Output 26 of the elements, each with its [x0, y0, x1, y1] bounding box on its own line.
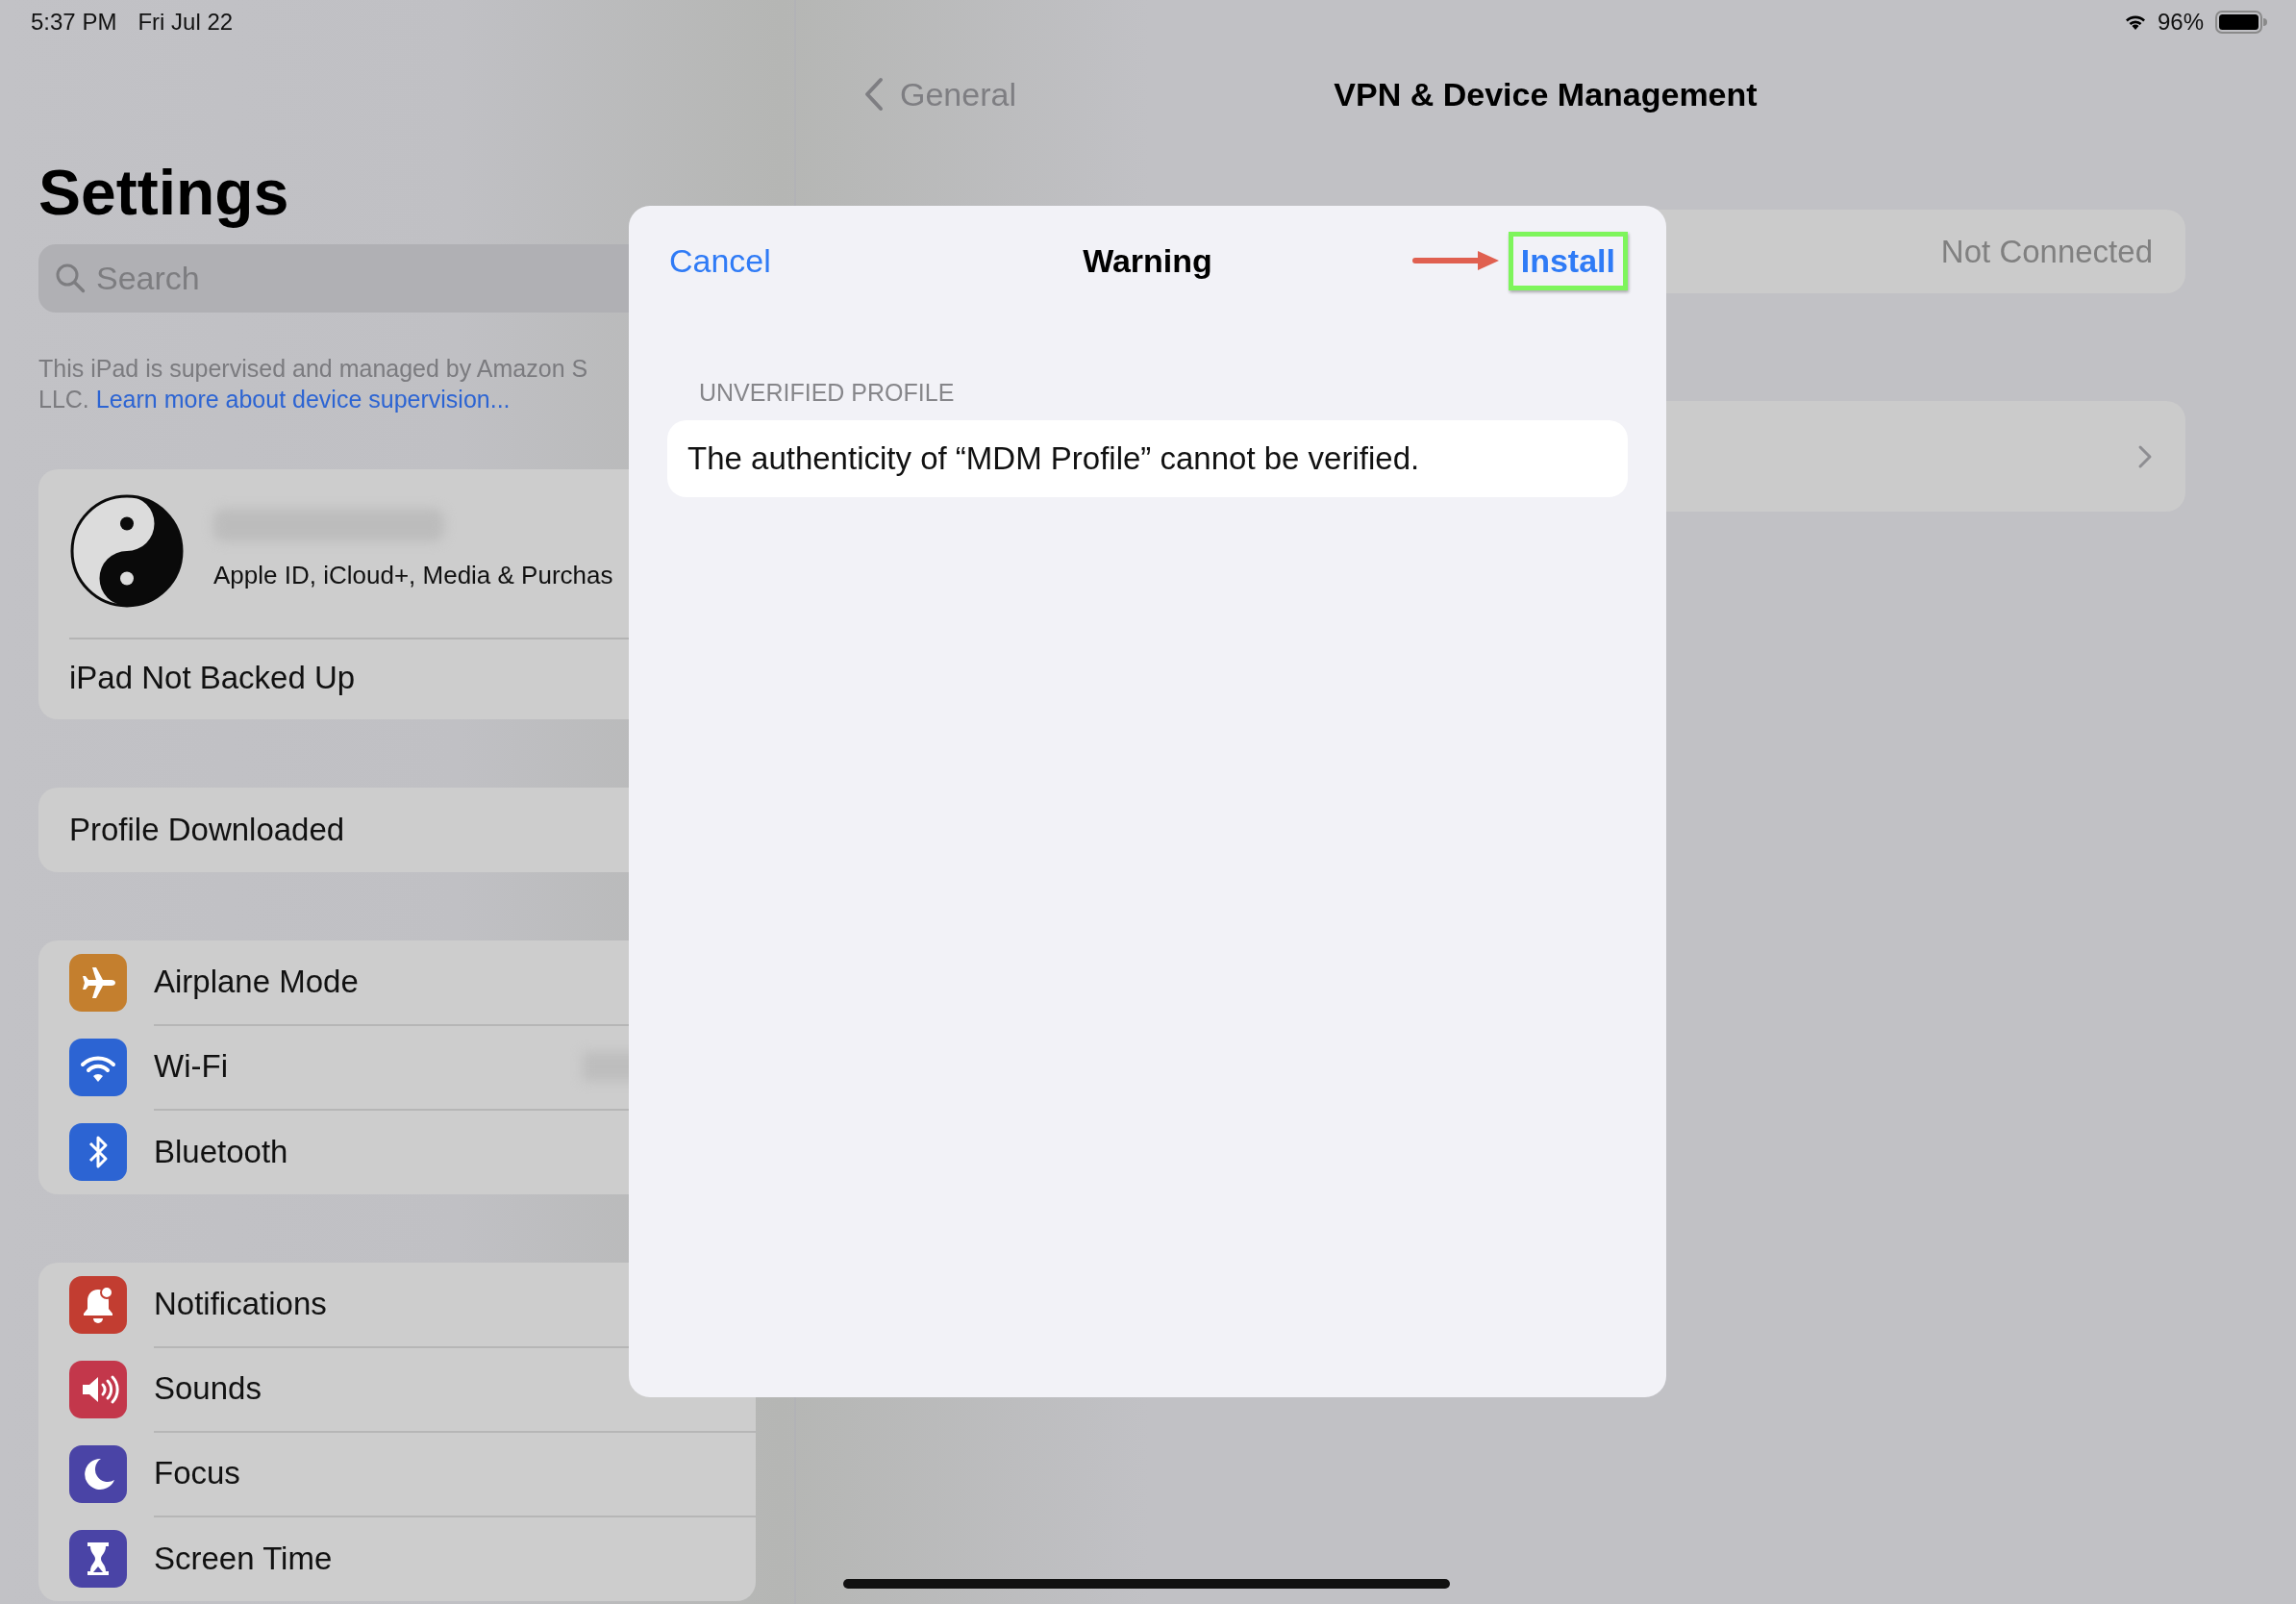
battery-percent: 96% [2157, 9, 2204, 36]
account-subtitle: Apple ID, iCloud+, Media & Purchas [213, 561, 613, 590]
page-title: Settings [38, 156, 290, 230]
row-label: Focus [154, 1455, 240, 1491]
settings-row[interactable]: Screen Time [38, 1516, 756, 1601]
back-chevron-icon [863, 77, 885, 112]
page-title: VPN & Device Management [1334, 75, 1758, 113]
status-time: 5:37 PM [31, 9, 117, 36]
section-header: UNVERIFIED PROFILE [698, 379, 956, 407]
row-label: Bluetooth [154, 1134, 288, 1170]
row-label: Screen Time [154, 1541, 333, 1577]
row-label: Sounds [154, 1370, 262, 1407]
backup-status: iPad Not Backed Up [69, 659, 357, 697]
row-label: Wi-Fi [154, 1048, 228, 1085]
row-label: Airplane Mode [154, 964, 359, 1000]
status-value: Not Connected [1940, 233, 2153, 270]
wifi-signal-icon [2124, 13, 2146, 31]
install-button[interactable]: Install [1518, 238, 1617, 284]
dialog-title: Warning [1083, 241, 1212, 280]
settings-row[interactable]: Bluetooth [38, 1110, 756, 1194]
status-date: Fri Jul 22 [137, 9, 234, 36]
row-label: Profile Downloaded [69, 812, 345, 848]
settings-row[interactable]: Focus [38, 1432, 756, 1516]
row-label: Notifications [154, 1286, 327, 1322]
battery-icon [2215, 11, 2267, 34]
yin-yang-avatar-icon [69, 493, 185, 609]
